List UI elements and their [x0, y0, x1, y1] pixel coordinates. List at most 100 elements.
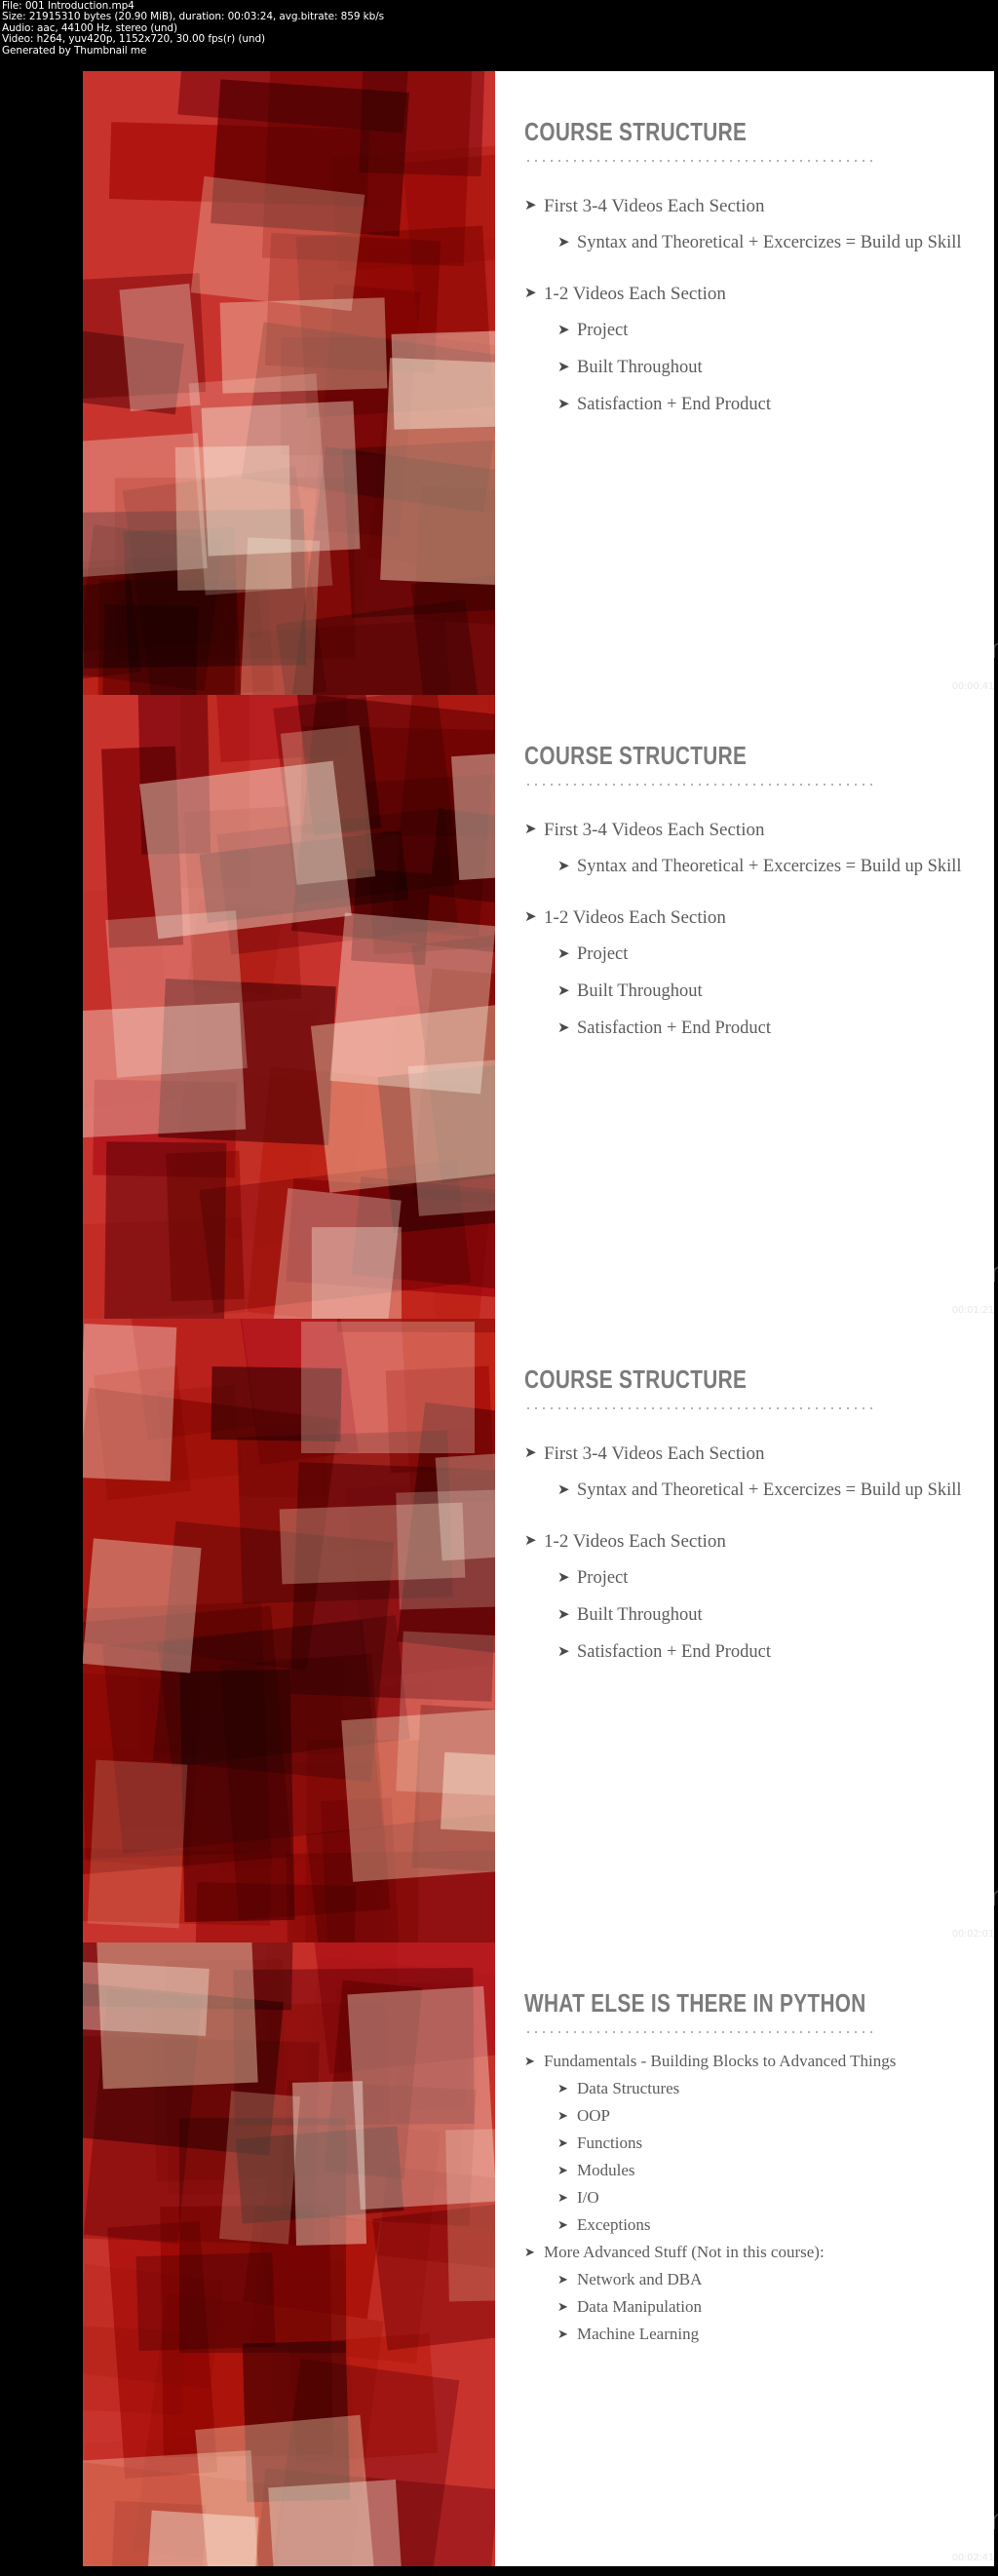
slide-artwork: [83, 1319, 495, 1942]
bullet-item-label: Fundamentals - Building Blocks to Advanc…: [544, 2052, 897, 2070]
title-dotted-rule: [524, 2031, 877, 2033]
bullet-arrow-icon: ➤: [524, 909, 537, 925]
bullet-arrow-icon: ➤: [557, 397, 570, 412]
slide-content: COURSE STRUCTURE ➤ First 3-4 Videos Each S…: [495, 71, 994, 695]
bullet-item-level-2: ➤ Project: [557, 1567, 963, 1590]
bullet-item-level-2: ➤ Data Structures: [557, 2079, 963, 2098]
bullet-item-label: Built Throughout: [577, 358, 703, 377]
bullet-item-label: More Advanced Stuff (Not in this course)…: [544, 2243, 825, 2261]
bullet-item-label: First 3-4 Videos Each Section: [544, 196, 765, 216]
bullet-item-level-1: ➤ First 3-4 Videos Each Section: [524, 1442, 963, 1465]
video-metadata-block: File: 001 Introduction.mp4 Size: 2191531…: [2, 0, 684, 57]
slide-strip: COURSE STRUCTURE ➤ First 3-4 Videos Each S…: [0, 71, 998, 2566]
bullet-arrow-icon: ➤: [524, 2054, 535, 2068]
bullet-item-level-1: ➤ More Advanced Stuff (Not in this course…: [524, 2243, 963, 2262]
bullet-item-label: Satisfaction + End Product: [577, 1019, 772, 1038]
bullet-item-label: Exceptions: [577, 2215, 651, 2234]
bullet-item-label: Project: [577, 321, 629, 340]
bullet-arrow-icon: ➤: [557, 360, 570, 375]
frame-timestamp: 00:00:41: [951, 681, 995, 692]
bullet-item-level-1: ➤ First 3-4 Videos Each Section: [524, 819, 963, 841]
bullet-item-label: First 3-4 Videos Each Section: [544, 820, 765, 840]
bullet-item-level-2: ➤ Machine Learning: [557, 2325, 963, 2344]
bullet-item-level-2: ➤ I/O: [557, 2188, 963, 2208]
bullet-item-label: Data Manipulation: [577, 2297, 702, 2316]
title-dotted-rule: [524, 160, 877, 162]
bullet-arrow-icon: ➤: [557, 235, 570, 250]
bullet-item-level-2: ➤ Built Throughout: [557, 357, 963, 379]
bullet-list: ➤ First 3-4 Videos Each Section ➤ Syntax an…: [524, 180, 963, 416]
bullet-arrow-icon: ➤: [557, 2326, 568, 2341]
bullet-item-label: Syntax and Theoretical + Excercizes = Bu…: [577, 857, 962, 876]
bullet-arrow-icon: ➤: [524, 822, 537, 837]
bullet-item-level-2: ➤ Exceptions: [557, 2215, 963, 2235]
bullet-arrow-icon: ➤: [557, 2190, 568, 2205]
title-dotted-rule: [524, 784, 877, 786]
title-dotted-rule: [524, 1407, 877, 1409]
frame-timestamp: 00:02:01: [951, 1929, 995, 1940]
bullet-item-level-2: ➤ Built Throughout: [557, 980, 963, 1003]
bullet-item-level-2: ➤ Built Throughout: [557, 1604, 963, 1627]
bullet-arrow-icon: ➤: [524, 2245, 535, 2259]
bullet-item-label: Built Throughout: [577, 1605, 703, 1625]
bullet-item-label: Project: [577, 944, 629, 964]
slide-title: WHAT ELSE IS THERE IN PYTHON: [524, 1988, 866, 2018]
bullet-item-level-2: ➤ Satisfaction + End Product: [557, 1018, 963, 1040]
slide-title: COURSE STRUCTURE: [524, 741, 748, 770]
bullet-arrow-icon: ➤: [557, 2299, 568, 2314]
frame-timestamp: 00:01:21: [951, 1305, 995, 1316]
slide-artwork: [83, 71, 495, 695]
bullet-arrow-icon: ➤: [557, 2272, 568, 2287]
bullet-item-label: Project: [577, 1568, 629, 1588]
bullet-item-label: Network and DBA: [577, 2270, 703, 2288]
bullet-item-level-2: ➤ Network and DBA: [557, 2270, 963, 2289]
bullet-item-label: 1-2 Videos Each Section: [544, 1531, 726, 1552]
thumbnail-contact-sheet: File: 001 Introduction.mp4 Size: 2191531…: [0, 0, 998, 2576]
bullet-arrow-icon: ➤: [557, 2108, 568, 2123]
bullet-arrow-icon: ➤: [557, 1607, 570, 1623]
bullet-arrow-icon: ➤: [557, 1482, 570, 1498]
bullet-list: ➤ First 3-4 Videos Each Section ➤ Syntax an…: [524, 804, 963, 1040]
bullet-item-level-2: ➤ Project: [557, 320, 963, 342]
bullet-item-label: OOP: [577, 2106, 611, 2125]
bullet-item-level-2: ➤ Syntax and Theoretical + Excercizes = B…: [557, 1480, 963, 1502]
bullet-spacer: [524, 1502, 963, 1516]
bullet-item-label: Data Structures: [577, 2079, 680, 2097]
bullet-item-level-2: ➤ Syntax and Theoretical + Excercizes = B…: [557, 232, 963, 254]
frame-timestamp: 00:02:41: [951, 2553, 995, 2563]
bullet-item-label: 1-2 Videos Each Section: [544, 284, 726, 304]
bullet-spacer: [524, 254, 963, 268]
bullet-item-label: I/O: [577, 2188, 599, 2207]
slide-content: WHAT ELSE IS THERE IN PYTHON ➤ Fundamental…: [495, 1942, 994, 2566]
bullet-item-level-1: ➤ 1-2 Videos Each Section: [524, 906, 963, 929]
bullet-item-level-2: ➤ Data Manipulation: [557, 2297, 963, 2317]
slide-canvas: COURSE STRUCTURE ➤ First 3-4 Videos Each S…: [83, 1319, 994, 1942]
bullet-item-label: Machine Learning: [577, 2325, 700, 2343]
slide-artwork: [83, 1942, 495, 2566]
slide-canvas: COURSE STRUCTURE ➤ First 3-4 Videos Each S…: [83, 71, 994, 695]
bullet-spacer: [524, 878, 963, 892]
bullet-item-level-2: ➤ Satisfaction + End Product: [557, 1641, 963, 1664]
bullet-item-label: Satisfaction + End Product: [577, 395, 772, 414]
slide-frame: COURSE STRUCTURE ➤ First 3-4 Videos Each S…: [0, 71, 998, 695]
bullet-item-label: Built Throughout: [577, 981, 703, 1001]
bullet-arrow-icon: ➤: [557, 859, 570, 874]
slide-canvas: WHAT ELSE IS THERE IN PYTHON ➤ Fundamental…: [83, 1942, 994, 2566]
bullet-arrow-icon: ➤: [557, 2081, 568, 2095]
bullet-item-level-1: ➤ Fundamentals - Building Blocks to Advan…: [524, 2052, 963, 2071]
bullet-arrow-icon: ➤: [524, 1445, 537, 1461]
bullet-item-label: First 3-4 Videos Each Section: [544, 1443, 765, 1464]
bullet-item-label: Satisfaction + End Product: [577, 1642, 772, 1662]
bullet-arrow-icon: ➤: [557, 1570, 570, 1586]
slide-content: COURSE STRUCTURE ➤ First 3-4 Videos Each S…: [495, 695, 994, 1319]
slide-content: COURSE STRUCTURE ➤ First 3-4 Videos Each S…: [495, 1319, 994, 1942]
bullet-arrow-icon: ➤: [557, 1644, 570, 1660]
bullet-arrow-icon: ➤: [524, 286, 537, 301]
bullet-arrow-icon: ➤: [557, 2217, 568, 2232]
bullet-item-level-1: ➤ 1-2 Videos Each Section: [524, 283, 963, 305]
bullet-arrow-icon: ➤: [557, 2135, 568, 2150]
bullet-item-level-2: ➤ Satisfaction + End Product: [557, 394, 963, 416]
bullet-item-label: Functions: [577, 2134, 643, 2152]
slide-frame: COURSE STRUCTURE ➤ First 3-4 Videos Each S…: [0, 695, 998, 1319]
slide-frame: WHAT ELSE IS THERE IN PYTHON ➤ Fundamental…: [0, 1942, 998, 2566]
